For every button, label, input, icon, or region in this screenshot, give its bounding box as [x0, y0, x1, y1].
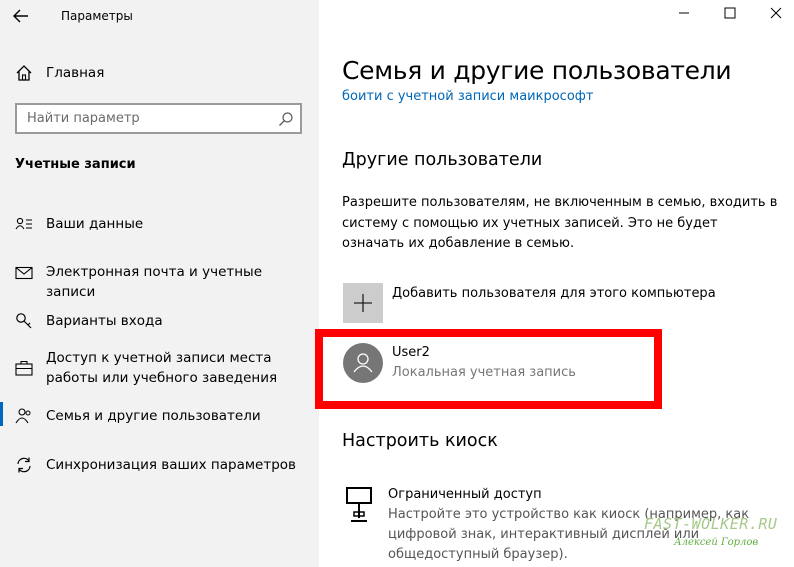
- back-arrow-icon: [13, 9, 28, 23]
- home-icon: [16, 65, 32, 81]
- sidebar-item-label: Семья и другие пользователи: [46, 408, 261, 424]
- sidebar-home[interactable]: Главная: [15, 62, 104, 84]
- close-icon: [770, 7, 782, 19]
- sidebar-item-label: Синхронизация ваших параметров: [46, 457, 296, 473]
- sidebar-home-label: Главная: [46, 65, 105, 81]
- back-button[interactable]: [10, 6, 32, 26]
- sidebar-section-title: Учетные записи: [15, 157, 136, 172]
- minimize-button[interactable]: [671, 4, 697, 26]
- search-icon: [279, 112, 293, 126]
- other-users-description: Разрешите пользователям, не включенным в…: [342, 195, 778, 251]
- user-name[interactable]: User2: [392, 345, 430, 360]
- watermark-site: FAST-WOLKER.RU: [644, 515, 778, 533]
- sidebar-item-label: Ваши данные: [46, 216, 144, 232]
- minimize-icon: [679, 12, 689, 14]
- title-bar-left: Параметры: [0, 0, 319, 32]
- kiosk-option-title[interactable]: Ограниченный доступ: [388, 487, 542, 502]
- mail-icon: [15, 266, 33, 280]
- user-avatar-icon: [353, 353, 373, 373]
- app-title: Параметры: [61, 9, 133, 23]
- kiosk-icon: [346, 487, 372, 522]
- other-users-heading: Другие пользователи: [342, 150, 543, 170]
- avatar[interactable]: [343, 343, 383, 383]
- plus-icon: [354, 294, 372, 312]
- maximize-button[interactable]: [717, 4, 743, 26]
- search-placeholder: Найти параметр: [27, 111, 140, 126]
- close-button[interactable]: [763, 4, 789, 26]
- maximize-icon: [724, 7, 736, 19]
- settings-content: Семья и другие пользователи боити с учет…: [315, 0, 794, 567]
- sidebar-item-label: Варианты входа: [46, 313, 163, 329]
- add-user-button[interactable]: [343, 283, 383, 323]
- kiosk-heading: Настроить киоск: [342, 431, 498, 451]
- watermark-author: Алексей Горлов: [674, 537, 759, 548]
- sync-icon: [17, 457, 31, 473]
- microsoft-signin-link[interactable]: боити с учетной записи маикрософт: [342, 89, 782, 106]
- page-title: Семья и другие пользователи: [342, 56, 732, 85]
- settings-sidebar: Параметры Главная Найти параметр Учетные…: [0, 0, 319, 567]
- key-icon: [16, 313, 32, 329]
- briefcase-icon: [15, 360, 33, 376]
- add-user-label[interactable]: Добавить пользователя для этого компьюте…: [392, 286, 716, 301]
- search-input[interactable]: Найти параметр: [15, 103, 302, 134]
- person-card-icon: [15, 217, 32, 230]
- user-account-type: Локальная учетная запись: [392, 365, 576, 380]
- sidebar-item-label: Доступ к учетной записи места работы или…: [46, 350, 278, 386]
- people-icon: [15, 408, 31, 424]
- sidebar-item-label: Электронная почта и учетные записи: [46, 264, 263, 300]
- watermark: FAST-WOLKER.RU Алексей Горлов: [644, 515, 784, 559]
